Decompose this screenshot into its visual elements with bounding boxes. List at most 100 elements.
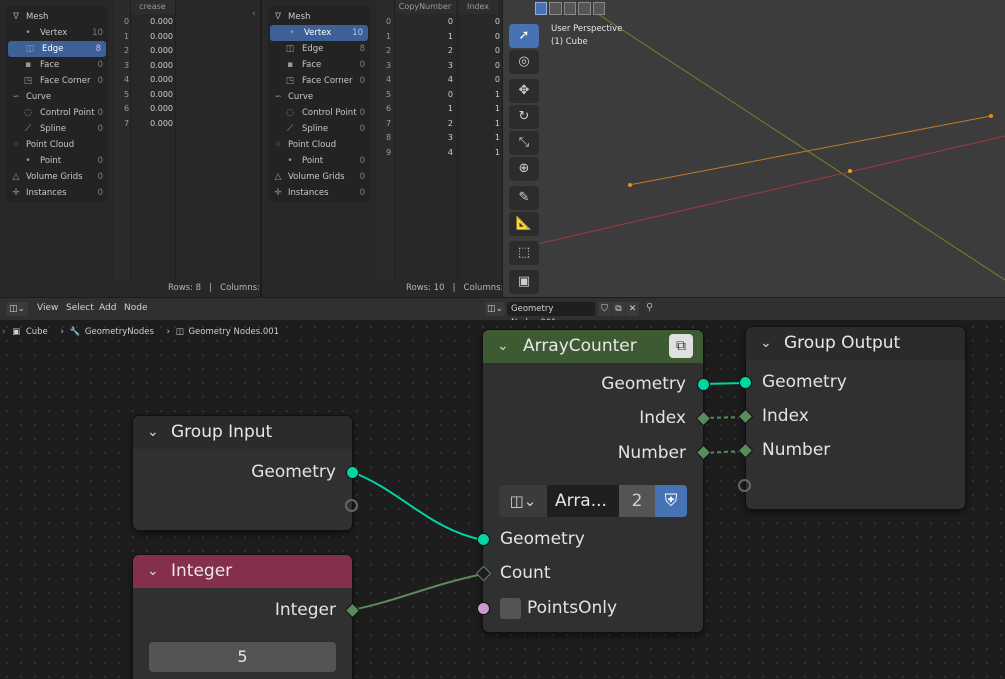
spreadsheet-vertex: ∇ Mesh • Vertex 10 ◫ Edge 8 ▪ Face 0 ◳ Face Corner 0 ∽… xyxy=(262,0,502,297)
tree-item-icon: ◌ xyxy=(24,108,32,118)
table-cell: 1 xyxy=(494,104,500,113)
input-socket-points-only[interactable] xyxy=(477,602,490,615)
add-cube-tool-icon[interactable]: ⬚ xyxy=(509,241,539,265)
datablock-type-icon[interactable]: ◫⌄ xyxy=(485,302,505,316)
collapse-chevron-icon[interactable]: ⌄ xyxy=(147,555,159,588)
output-socket-geometry[interactable] xyxy=(697,378,710,391)
tree-item-control-point[interactable]: ◌ Control Point 0 xyxy=(6,105,108,121)
column-header-copynumber[interactable]: CopyNumber xyxy=(394,0,456,14)
table-cell: 2 xyxy=(447,118,453,128)
tree-item-vertex[interactable]: • Vertex 10 xyxy=(6,25,108,41)
measure-tool-icon[interactable]: 📐 xyxy=(509,212,539,236)
tree-item-edge[interactable]: ◫ Edge 8 xyxy=(8,41,106,57)
node-group-selector[interactable]: ◫⌄ Arra... 2 ⛨ xyxy=(499,485,687,517)
pin-icon[interactable]: ⚲ xyxy=(646,302,653,313)
3d-viewport[interactable]: User Perspective (1) Cube ➚ ◎ ✥ ↻ ⤡ ⊕ ✎ … xyxy=(503,0,1005,297)
tree-item-curve[interactable]: ∽ Curve xyxy=(6,89,108,105)
row-index: 5 xyxy=(124,89,130,99)
node-tree-dropdown-icon[interactable]: ◫⌄ xyxy=(499,485,547,517)
group-output-node[interactable]: ⌄ Group Output Geometry Index Number xyxy=(746,327,965,509)
tree-item-label: Point xyxy=(40,156,62,166)
annotate-tool-icon[interactable]: ✎ xyxy=(509,186,539,210)
node-group-icon[interactable]: ⧉ xyxy=(669,334,693,358)
tree-item-vertex[interactable]: • Vertex 10 xyxy=(270,25,368,41)
output-socket-empty[interactable] xyxy=(345,499,358,512)
row-index: 9 xyxy=(386,147,392,157)
close-icon[interactable]: ✕ xyxy=(626,302,639,316)
tree-item-face-corner[interactable]: ◳ Face Corner 0 xyxy=(6,73,108,89)
tree-item-icon: ∽ xyxy=(12,92,20,102)
points-only-checkbox[interactable] xyxy=(500,598,521,619)
tree-item-mesh[interactable]: ∇ Mesh xyxy=(6,9,108,25)
tree-item-volume-grids[interactable]: △ Volume Grids 0 xyxy=(6,169,108,185)
group-input-node[interactable]: ⌄ Group Input Geometry xyxy=(133,416,352,530)
menu-add[interactable]: Add xyxy=(99,303,116,313)
tree-item-label: Volume Grids xyxy=(288,172,345,182)
tree-item-edge[interactable]: ◫ Edge 8 xyxy=(268,41,370,57)
status-footer: Rows: 8 | Columns: 1 xyxy=(168,283,260,293)
fake-user-shield-icon[interactable]: ⛨ xyxy=(655,485,687,517)
tree-item-point-cloud[interactable]: ⁘ Point Cloud xyxy=(268,137,370,153)
row-index: 1 xyxy=(124,31,130,41)
select-box-tool-icon[interactable]: ➚ xyxy=(509,24,539,48)
tree-item-mesh[interactable]: ∇ Mesh xyxy=(268,9,370,25)
tree-item-spline[interactable]: ⟋ Spline 0 xyxy=(268,121,370,137)
collapse-chevron-icon[interactable]: ⌄ xyxy=(147,416,159,449)
datablock-name-field[interactable]: Geometry Nodes.001 xyxy=(507,302,595,328)
menu-select[interactable]: Select xyxy=(66,303,94,313)
cursor-tool-icon[interactable]: ◎ xyxy=(509,50,539,74)
column-header-index[interactable]: Index xyxy=(458,0,498,14)
rotate-tool-icon[interactable]: ↻ xyxy=(509,105,539,129)
collapse-arrow-icon[interactable]: ‹ xyxy=(252,9,256,19)
collapse-chevron-icon[interactable]: ⌄ xyxy=(760,327,772,360)
tree-item-label: Edge xyxy=(302,44,324,54)
node-title: Integer xyxy=(171,561,233,581)
integer-node[interactable]: ⌄ Integer Integer 5 xyxy=(133,555,352,679)
fake-user-icon[interactable]: ⛉ xyxy=(598,302,611,316)
tree-item-control-point[interactable]: ◌ Control Point 0 xyxy=(268,105,370,121)
tree-item-label: Control Point xyxy=(302,108,357,118)
menu-node[interactable]: Node xyxy=(124,303,148,313)
output-socket-geometry[interactable] xyxy=(346,466,359,479)
node-group-name[interactable]: Arra... xyxy=(555,485,607,517)
node-header[interactable]: ⌄ Group Input xyxy=(133,416,352,449)
tree-item-face[interactable]: ▪ Face 0 xyxy=(268,57,370,73)
editor-type-icon[interactable]: ◫⌄ xyxy=(6,302,28,316)
tree-item-face-corner[interactable]: ◳ Face Corner 0 xyxy=(268,73,370,89)
collapse-chevron-icon[interactable]: ⌄ xyxy=(497,330,509,363)
tree-item-label: Vertex xyxy=(304,28,332,38)
table-cell: 3 xyxy=(447,60,453,70)
tree-item-instances[interactable]: ✛ Instances 0 xyxy=(268,185,370,201)
input-socket-empty[interactable] xyxy=(738,479,751,492)
node-header[interactable]: ⌄ ArrayCounter ⧉ xyxy=(483,330,703,363)
tree-item-curve[interactable]: ∽ Curve xyxy=(268,89,370,105)
node-editor-canvas[interactable]: › ▣ Cube › 🔧 GeometryNodes › ◫ Geometry … xyxy=(0,320,1005,679)
tree-item-point[interactable]: • Point 0 xyxy=(6,153,108,169)
table-cell: 0.000 xyxy=(150,46,173,55)
transform-tool-icon[interactable]: ⊕ xyxy=(509,157,539,181)
input-socket-geometry[interactable] xyxy=(477,533,490,546)
input-socket-geometry[interactable] xyxy=(739,376,752,389)
node-header[interactable]: ⌄ Integer xyxy=(133,555,352,588)
node-group-users[interactable]: 2 xyxy=(619,485,655,517)
tree-item-point[interactable]: • Point 0 xyxy=(268,153,370,169)
array-counter-node[interactable]: ⌄ ArrayCounter ⧉ Geometry Index Number ◫… xyxy=(483,330,703,632)
tree-item-spline[interactable]: ⟋ Spline 0 xyxy=(6,121,108,137)
tree-item-point-cloud[interactable]: ⁘ Point Cloud xyxy=(6,137,108,153)
table-cell: 0 xyxy=(494,60,500,70)
selection-mode-icons[interactable] xyxy=(535,2,606,15)
integer-value-field[interactable]: 5 xyxy=(149,642,336,672)
scale-tool-icon[interactable]: ⤡ xyxy=(509,131,539,155)
tree-item-label: Face Corner xyxy=(302,76,353,86)
menu-view[interactable]: View xyxy=(37,303,58,313)
tree-item-volume-grids[interactable]: △ Volume Grids 0 xyxy=(268,169,370,185)
duplicate-icon[interactable]: ⧉ xyxy=(612,302,625,316)
tree-item-instances[interactable]: ✛ Instances 0 xyxy=(6,185,108,201)
extrude-tool-icon[interactable]: ▣ xyxy=(509,270,539,294)
socket-label-points-only: PointsOnly xyxy=(527,598,618,618)
node-header[interactable]: ⌄ Group Output xyxy=(746,327,965,360)
tree-item-face[interactable]: ▪ Face 0 xyxy=(6,57,108,73)
move-tool-icon[interactable]: ✥ xyxy=(509,79,539,103)
column-header-crease[interactable]: crease xyxy=(130,0,175,14)
table-cell: 0 xyxy=(494,46,500,55)
